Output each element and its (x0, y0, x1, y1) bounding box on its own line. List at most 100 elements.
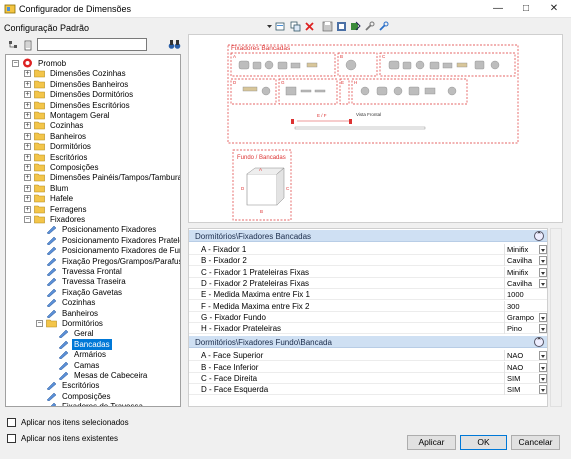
cancel-button[interactable]: Cancelar (511, 435, 560, 450)
tree-node-label: Posicionamento Fixadores Prateleiras (62, 235, 180, 245)
close-button[interactable]: ✕ (540, 0, 568, 18)
import-icon[interactable] (350, 21, 361, 32)
property-value[interactable]: Cavilha (507, 256, 532, 265)
expand-toggle-icon[interactable]: + (24, 132, 31, 140)
tree-node-label: Mesas de Cabeceira (74, 371, 148, 380)
expand-toggle-icon[interactable]: + (24, 143, 31, 151)
tree-node-label: Banheiros (62, 308, 99, 318)
property-value[interactable]: 300 (507, 302, 520, 311)
property-row[interactable]: C - Face Direita SIM (189, 373, 547, 384)
search-input[interactable] (37, 38, 147, 51)
dropdown-arrow-icon[interactable] (539, 385, 547, 395)
expand-toggle-icon[interactable]: + (24, 195, 31, 203)
dropdown-arrow-icon[interactable] (264, 21, 275, 32)
expand-toggle-icon[interactable]: + (24, 174, 31, 182)
property-value[interactable]: Minifix (507, 268, 528, 277)
collapse-icon[interactable]: ⌃ (534, 231, 544, 241)
minimize-button[interactable]: — (484, 0, 512, 18)
dropdown-arrow-icon[interactable] (539, 374, 547, 383)
dropdown-arrow-icon[interactable] (539, 245, 547, 254)
dropdown-arrow-icon[interactable] (539, 312, 547, 322)
expand-toggle-icon[interactable]: − (24, 216, 31, 223)
tool-icon[interactable] (364, 21, 375, 32)
property-row[interactable]: A - Fixador 1 Minifix (189, 244, 547, 255)
property-row[interactable]: A - Face Superior NAO (189, 350, 547, 362)
expand-toggle-icon[interactable]: + (24, 91, 31, 99)
expand-toggle-icon[interactable]: − (12, 60, 19, 67)
property-value[interactable]: Cavilha (507, 279, 532, 288)
tree-node-label: Dormitórios (50, 142, 91, 152)
property-grid[interactable]: Dormitórios\Fixadores Bancadas ⌃ A - Fixad… (188, 228, 548, 407)
app-icon (4, 4, 16, 14)
tree-node-label: Promob (38, 59, 67, 68)
property-category-header[interactable]: Dormitórios\Fixadores Bancadas ⌃ (189, 230, 547, 242)
apply-existing-checkbox[interactable] (7, 434, 16, 443)
save-icon[interactable] (322, 21, 333, 32)
property-category-header[interactable]: Dormitórios\Fixadores Fundo\Bancada ⌃ (189, 336, 547, 349)
promob-logo-icon (23, 58, 32, 68)
tree-node-label: Composições (62, 391, 111, 401)
preview-letter-e: E (341, 80, 344, 85)
expand-toggle-icon[interactable]: + (24, 205, 31, 213)
property-value[interactable]: Pino (507, 324, 522, 333)
tree-view-icon[interactable] (8, 40, 19, 51)
expand-toggle-icon[interactable]: + (24, 101, 31, 109)
property-row[interactable]: H - Fixador Prateleiras Pino (189, 323, 547, 335)
dropdown-arrow-icon[interactable] (539, 324, 547, 334)
property-name: B - Face Inferior (201, 362, 259, 372)
export-icon[interactable] (336, 21, 347, 32)
tree-node-label: Geral (74, 329, 94, 339)
list-view-icon[interactable] (23, 40, 34, 51)
property-row[interactable]: B - Face Inferior NAO (189, 361, 547, 373)
category-tree[interactable]: − Promob + Dimensões Cozinhas + Dimensões Ban… (5, 54, 181, 407)
folder-icon (34, 80, 45, 89)
expand-toggle-icon[interactable]: − (36, 320, 43, 327)
expand-toggle-icon[interactable]: + (24, 70, 31, 78)
config-item-icon (46, 226, 57, 235)
dropdown-arrow-icon[interactable] (539, 351, 547, 361)
property-value[interactable]: Minifix (507, 245, 528, 254)
property-row[interactable]: G - Fixador Fundo Grampo (189, 311, 547, 323)
property-value[interactable]: 1000 (507, 290, 524, 299)
property-row[interactable]: F - Medida Maxima entre Fix 2 300 (189, 300, 547, 312)
property-row[interactable]: E - Medida Maxima entre Fix 1 1000 (189, 289, 547, 301)
dropdown-arrow-icon[interactable] (539, 256, 547, 266)
property-row[interactable]: D - Face Esquerda SIM (189, 384, 547, 396)
expand-toggle-icon[interactable]: + (24, 153, 31, 161)
property-value[interactable]: SIM (507, 374, 520, 383)
property-grid-scrollbar[interactable] (550, 228, 562, 407)
maximize-button[interactable]: □ (512, 0, 540, 18)
property-row[interactable]: D - Fixador 2 Prateleiras Fixas Cavilha (189, 277, 547, 289)
apply-selected-checkbox[interactable] (7, 418, 16, 427)
dropdown-arrow-icon[interactable] (539, 278, 547, 288)
ok-button[interactable]: OK (460, 435, 507, 450)
folder-icon (34, 194, 45, 203)
property-row[interactable]: C - Fixador 1 Prateleiras Fixas Minifix (189, 266, 547, 278)
dropdown-arrow-icon[interactable] (539, 267, 547, 277)
new-config-icon[interactable] (275, 21, 286, 32)
tree-node-label: Dormitórios (62, 319, 103, 328)
tool-blue-icon[interactable] (378, 21, 389, 32)
tree-node-label: Ferragens (50, 204, 87, 214)
dropdown-arrow-icon[interactable] (539, 362, 547, 372)
tree-node-label: Fixação Gavetas (62, 287, 123, 297)
property-value[interactable]: SIM (507, 385, 520, 394)
tree-node-label: Dimensões Banheiros (50, 79, 129, 89)
delete-icon[interactable] (304, 21, 315, 32)
tree-node-label: Escritórios (50, 152, 88, 162)
property-value[interactable]: Grampo (507, 313, 534, 322)
expand-toggle-icon[interactable]: + (24, 112, 31, 119)
apply-selected-label: Aplicar nos itens selecionados (21, 418, 129, 427)
collapse-icon[interactable]: ⌃ (534, 337, 544, 348)
binoculars-icon[interactable] (168, 39, 181, 50)
folder-icon (34, 205, 45, 213)
property-value[interactable]: NAO (507, 363, 523, 372)
copy-config-icon[interactable] (290, 21, 301, 32)
expand-toggle-icon[interactable]: + (24, 164, 31, 171)
apply-button[interactable]: Aplicar (407, 435, 456, 450)
property-value[interactable]: NAO (507, 351, 523, 360)
expand-toggle-icon[interactable]: + (24, 184, 31, 192)
expand-toggle-icon[interactable]: + (24, 122, 31, 130)
property-row[interactable]: B - Fixador 2 Cavilha (189, 255, 547, 267)
expand-toggle-icon[interactable]: + (24, 80, 31, 88)
